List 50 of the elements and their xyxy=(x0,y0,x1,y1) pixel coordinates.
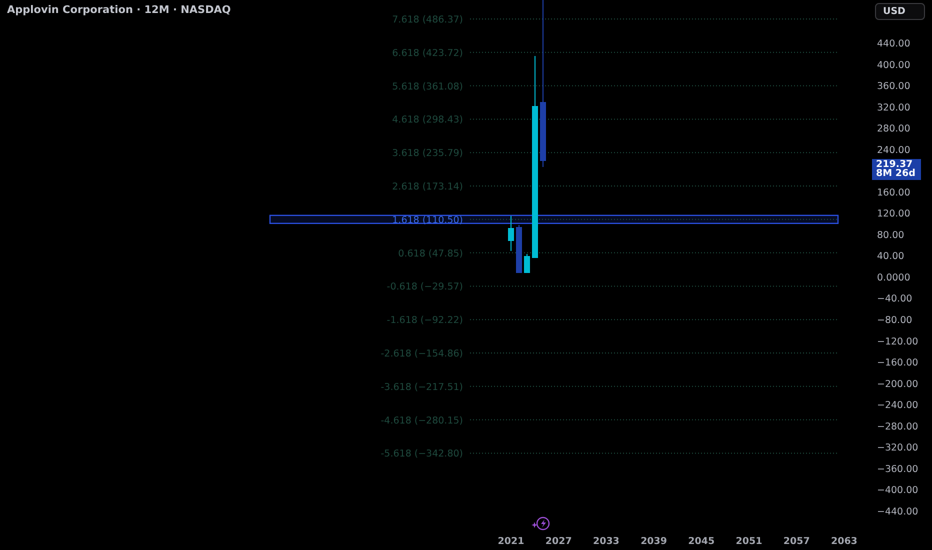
fib-level-label: -3.618 (−217.51) xyxy=(380,382,463,393)
fib-level-label: 1.618 (110.50) xyxy=(392,214,463,226)
price-axis-label: −240.00 xyxy=(877,400,918,412)
price-axis-label: −200.00 xyxy=(877,378,918,390)
price-axis-label: 80.00 xyxy=(877,230,904,241)
fib-level-label: -0.618 (−29.57) xyxy=(386,282,463,293)
currency-button[interactable]: USD xyxy=(875,3,925,20)
fib-level-label: 3.618 (235.79) xyxy=(392,148,463,160)
price-axis-label: −120.00 xyxy=(877,336,918,348)
price-axis-label: 400.00 xyxy=(877,60,910,71)
fib-level-label: 5.618 (361.08) xyxy=(392,81,463,92)
price-axis-label: 120.00 xyxy=(877,208,910,220)
fib-level-label: -1.618 (−92.22) xyxy=(386,315,463,326)
price-axis-label: −80.00 xyxy=(877,315,912,326)
fib-level-label: 0.618 (47.85) xyxy=(398,248,463,260)
price-axis-label: −400.00 xyxy=(877,485,918,496)
price-axis-label: 280.00 xyxy=(877,124,910,135)
fib-level-label: 2.618 (173.14) xyxy=(392,182,463,192)
time-axis-label: 2021 xyxy=(498,536,524,547)
highlight-rectangle[interactable] xyxy=(269,214,839,224)
sparkle-lightning-icon[interactable] xyxy=(532,516,550,530)
price-axis-label: −440.00 xyxy=(877,506,918,518)
price-axis-label: −160.00 xyxy=(877,358,918,369)
price-axis-label: 0.0000 xyxy=(877,272,910,284)
time-axis-label: 2045 xyxy=(688,536,715,547)
last-price: 219.37 xyxy=(876,160,913,170)
price-axis-label: 240.00 xyxy=(877,144,910,156)
price-axis-label: −320.00 xyxy=(877,442,918,454)
time-axis-label: 2039 xyxy=(640,536,668,547)
fib-level-label: 4.618 (298.43) xyxy=(392,114,463,126)
time-axis-label: 2057 xyxy=(783,536,810,547)
fib-level-label: -5.618 (−342.80) xyxy=(380,448,463,460)
time-axis-label: 2051 xyxy=(736,536,762,547)
time-axis-label: 2063 xyxy=(830,536,858,547)
bar-countdown: 8M 26d xyxy=(876,169,916,179)
fib-level-label: -2.618 (−154.86) xyxy=(380,348,463,360)
chart-title: Applovin Corporation · 12M · NASDAQ xyxy=(7,4,231,16)
price-axis-label: 160.00 xyxy=(877,187,910,198)
price-axis-label: 440.00 xyxy=(877,38,910,50)
fib-level-label: -4.618 (−280.15) xyxy=(380,415,463,426)
price-axis-label: 320.00 xyxy=(877,102,910,114)
price-axis-label: 40.00 xyxy=(877,251,904,262)
price-axis-label: −40.00 xyxy=(877,294,912,305)
fib-level-label: 7.618 (486.37) xyxy=(392,14,463,26)
fib-level-label: 6.618 (423.72) xyxy=(392,48,463,59)
price-axis-label: −280.00 xyxy=(877,421,918,432)
time-axis-label: 2033 xyxy=(592,536,620,547)
price-axis-label: 360.00 xyxy=(877,81,910,92)
price-axis-label: −360.00 xyxy=(877,464,918,475)
time-axis-label: 2027 xyxy=(545,536,572,547)
